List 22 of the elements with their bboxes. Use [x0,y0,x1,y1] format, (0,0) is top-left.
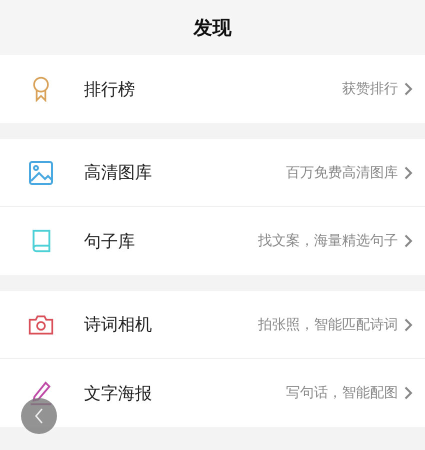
menu-item[interactable]: 诗词相机 拍张照，智能匹配诗词 [0,291,425,359]
page-title: 发现 [194,16,232,40]
item-hint: 获赞排行 [342,80,398,98]
menu-item[interactable]: 排行榜 获赞排行 [0,55,425,123]
back-icon [34,408,44,424]
chevron-icon [404,234,413,248]
item-label: 诗词相机 [84,314,153,336]
chevron-icon [404,386,413,400]
chevron-icon [404,166,413,180]
item-label: 高清图库 [84,162,153,184]
menu-item[interactable]: 句子库 找文案，海量精选句子 [0,207,425,275]
item-hint: 写句话，智能配图 [286,384,398,402]
item-label: 句子库 [84,230,136,252]
item-label: 文字海报 [84,382,153,404]
chevron-icon [404,82,413,96]
item-hint: 拍张照，智能匹配诗词 [258,316,398,334]
image-icon [28,160,54,186]
item-hint: 找文案，海量精选句子 [258,232,398,250]
item-label: 排行榜 [84,78,136,100]
item-hint: 百万免费高清图库 [286,164,398,182]
chevron-icon [404,318,413,332]
menu-item[interactable]: 高清图库 百万免费高清图库 [0,139,425,207]
